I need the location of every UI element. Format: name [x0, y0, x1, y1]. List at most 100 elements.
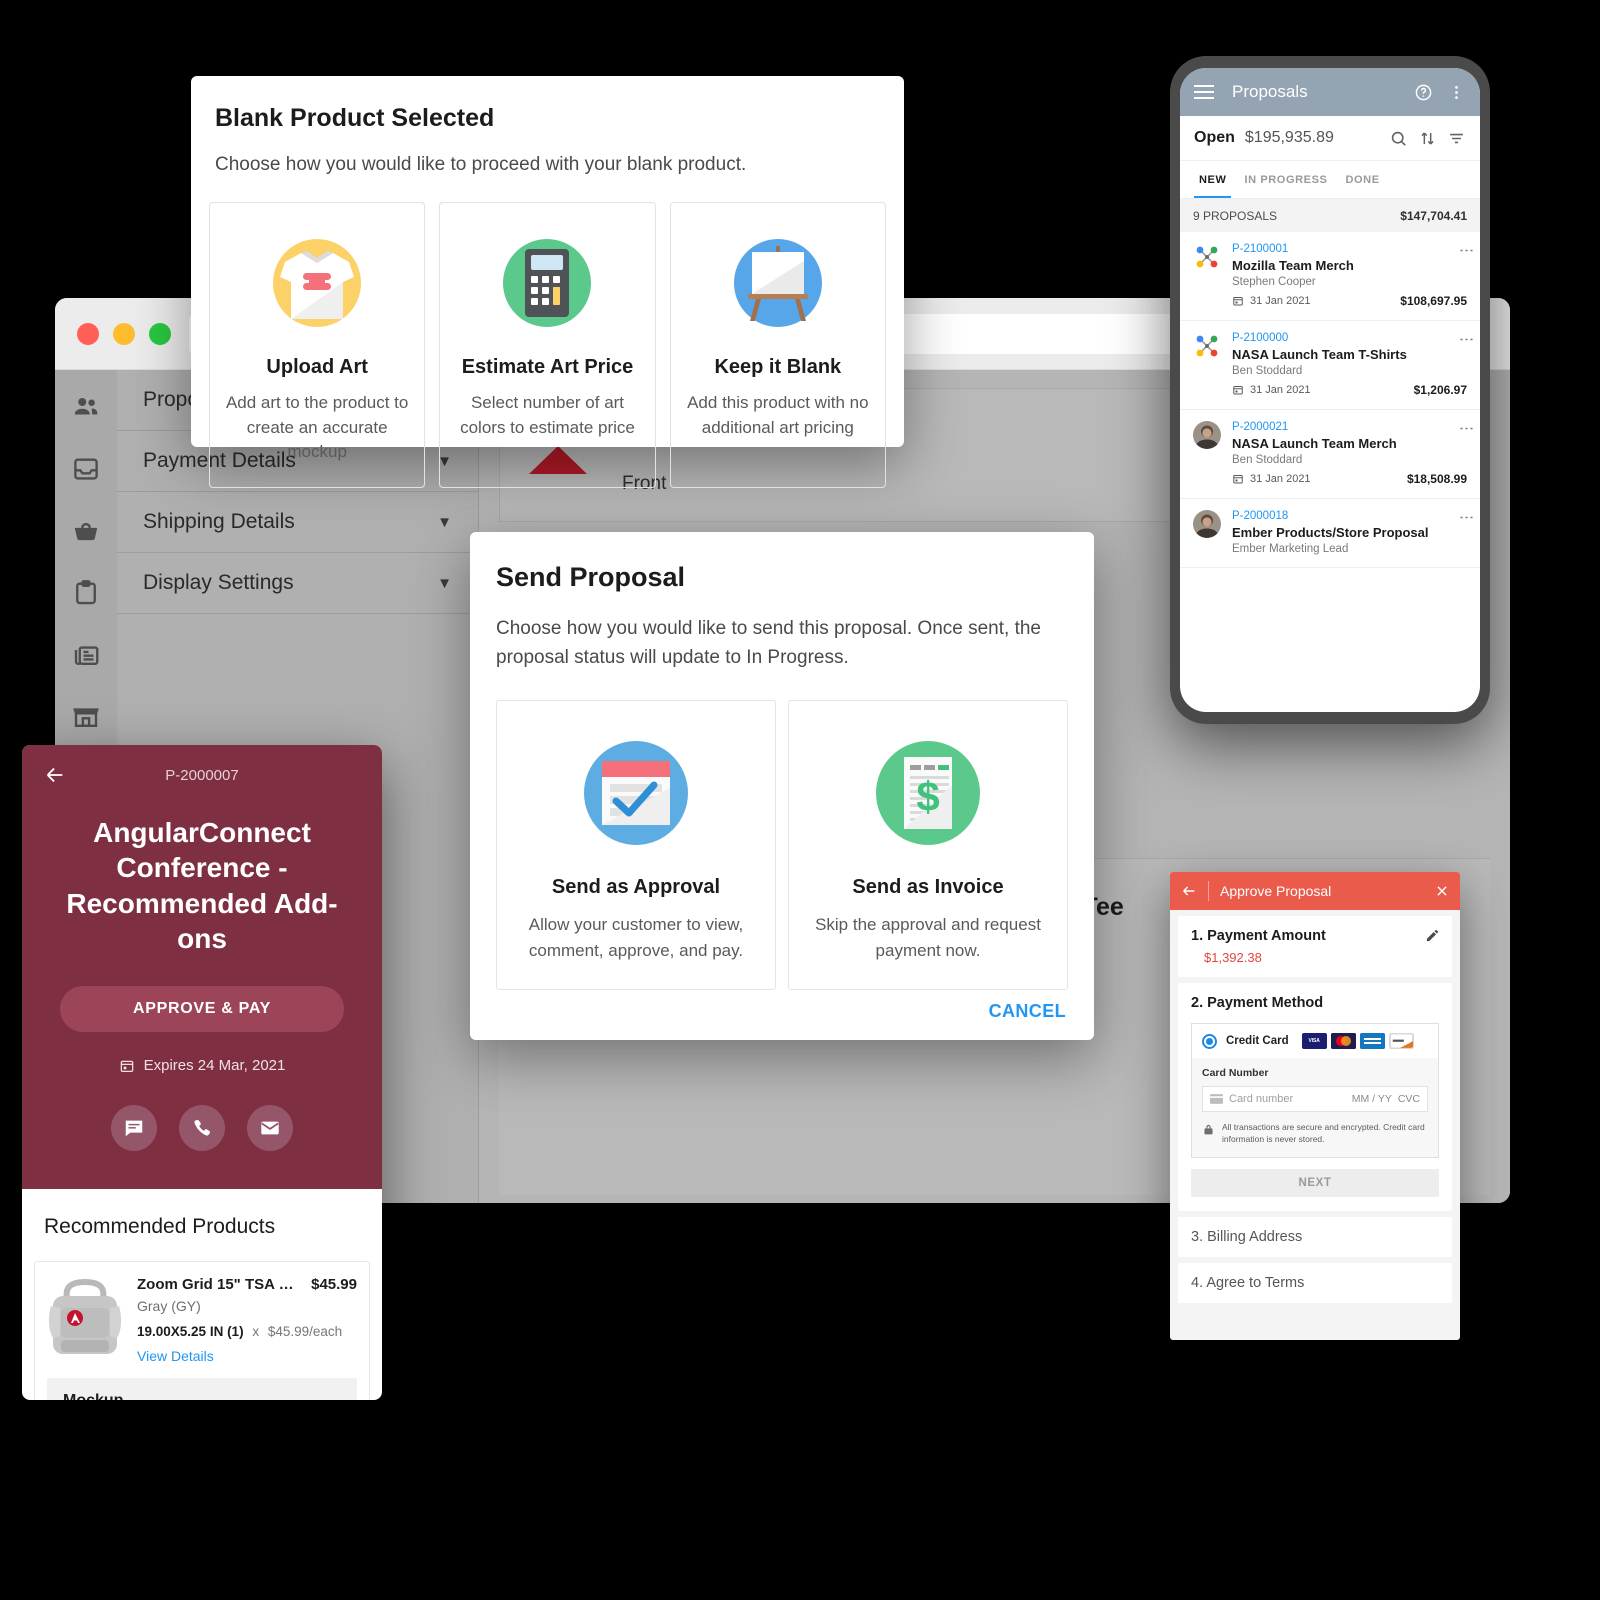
search-icon[interactable]	[1389, 129, 1408, 148]
chat-button[interactable]	[111, 1105, 157, 1152]
news-icon[interactable]	[71, 640, 101, 670]
atom-icon	[1193, 332, 1221, 360]
people-icon[interactable]	[71, 392, 101, 422]
minimize-window-button[interactable]	[113, 322, 135, 345]
call-button[interactable]	[179, 1105, 225, 1152]
option-upload-art[interactable]: Upload Art Add art to the product to cre…	[209, 202, 426, 488]
send-proposal-dialog: Send Proposal Choose how you would like …	[470, 532, 1094, 1040]
email-icon	[261, 1121, 279, 1135]
more-vertical-icon[interactable]: ⋮	[1458, 421, 1475, 436]
basket-icon[interactable]	[71, 516, 101, 546]
pencil-icon[interactable]	[1425, 928, 1440, 943]
proposals-count-row: 9 PROPOSALS $147,704.41	[1180, 199, 1480, 232]
more-vertical-icon[interactable]: ⋮	[1458, 510, 1475, 525]
avatar	[1193, 510, 1221, 538]
hero-topbar: P-2000007	[44, 761, 360, 789]
more-vertical-icon[interactable]: ⋮	[1458, 243, 1475, 258]
size-multiplier: x	[252, 1324, 260, 1340]
credit-card-label: Credit Card	[1226, 1035, 1289, 1047]
proposal-id[interactable]: P-2000021	[1232, 421, 1467, 433]
hamburger-icon[interactable]	[1194, 85, 1214, 99]
tab-done[interactable]: DONE	[1336, 161, 1388, 198]
card-number-placeholder: Card number	[1229, 1093, 1294, 1105]
open-amount: $195,935.89	[1244, 129, 1334, 146]
option-desc: Skip the approval and request payment no…	[815, 915, 1041, 960]
dialog-title: Send Proposal	[496, 562, 686, 592]
mockup-title: Mockup	[63, 1392, 341, 1400]
send-options-row: Send as Approval Allow your customer to …	[496, 700, 1068, 990]
section-payment-method: 2. Payment Method Credit Card VISA Card …	[1178, 983, 1452, 1211]
list-item-body: P-2000021 NASA Launch Team Merch Ben Sto…	[1232, 421, 1467, 486]
expiry-text: Expires 24 Mar, 2021	[143, 1057, 286, 1075]
help-circle-icon[interactable]	[1414, 83, 1433, 102]
expiry-placeholder: MM / YY	[1351, 1093, 1392, 1105]
proposal-id[interactable]: P-2000018	[1232, 510, 1467, 522]
more-vertical-icon[interactable]: ⋮	[1458, 332, 1475, 347]
list-item[interactable]: P-2000021 NASA Launch Team Merch Ben Sto…	[1180, 410, 1480, 499]
proposal-footer: 31 Jan 2021 $108,697.95	[1232, 294, 1467, 308]
inbox-icon[interactable]	[71, 454, 101, 484]
customer-proposal-mobile: P-2000007 AngularConnect Conference - Re…	[22, 745, 382, 1400]
close-window-button[interactable]	[77, 322, 99, 345]
maximize-window-button[interactable]	[149, 322, 171, 345]
option-send-as-invoice[interactable]: $ Send as Invoice Skip the approval and …	[788, 700, 1068, 990]
section-agree-to-terms[interactable]: 4. Agree to Terms	[1178, 1262, 1452, 1303]
expiry-row: Expires 24 Mar, 2021	[44, 1057, 360, 1074]
calculator-icon	[503, 239, 592, 327]
option-keep-it-blank[interactable]: Keep it Blank Add this product with no a…	[669, 202, 886, 488]
option-send-as-approval[interactable]: Send as Approval Allow your customer to …	[496, 700, 776, 990]
arrow-back-icon[interactable]	[1181, 883, 1197, 899]
recommended-product-card: Zoom Grid 15" TSA Computer ... $45.99 Gr…	[34, 1261, 370, 1400]
visa-icon: VISA	[1301, 1033, 1327, 1049]
calendar-icon	[120, 1060, 133, 1072]
approve-panel-title: Approve Proposal	[1220, 883, 1332, 899]
option-desc: Allow your customer to view, comment, ap…	[528, 915, 744, 960]
clipboard-icon[interactable]	[71, 578, 101, 608]
list-item-body: P-2000018 Ember Products/Store Proposal …	[1232, 510, 1467, 555]
mockup-block: Mockup Front None	[47, 1378, 357, 1400]
proposal-name: NASA Launch Team T-Shirts	[1232, 347, 1407, 362]
list-item[interactable]: P-2100000 NASA Launch Team T-Shirts Ben …	[1180, 321, 1480, 410]
contact-actions	[44, 1105, 360, 1152]
proposal-contact: Ember Marketing Lead	[1232, 543, 1349, 555]
recommended-products-heading: Recommended Products	[44, 1215, 276, 1239]
close-icon[interactable]	[1435, 884, 1449, 898]
proposal-name: NASA Launch Team Merch	[1232, 436, 1397, 451]
credit-card-radio[interactable]	[1202, 1033, 1217, 1049]
view-details-link[interactable]: View Details	[137, 1348, 357, 1364]
header-divider	[1208, 881, 1209, 901]
proposal-id[interactable]: P-2100001	[1232, 243, 1467, 255]
email-button[interactable]	[247, 1105, 293, 1152]
tab-new[interactable]: NEW	[1190, 161, 1235, 198]
blank-product-dialog: Blank Product Selected Choose how you wo…	[191, 76, 904, 488]
filter-icon[interactable]	[1447, 129, 1466, 148]
next-button[interactable]: NEXT	[1191, 1168, 1439, 1197]
tab-in-progress[interactable]: IN PROGRESS	[1235, 161, 1336, 198]
option-estimate-art-price[interactable]: Estimate Art Price Select number of art …	[439, 202, 656, 488]
window-controls[interactable]	[77, 322, 171, 345]
tshirt-icon	[273, 239, 362, 327]
accordion-shipping-details[interactable]: Shipping Details ▼	[117, 492, 478, 553]
cancel-button[interactable]: CANCEL	[989, 1001, 1066, 1022]
credit-card-option-row[interactable]: Credit Card VISA	[1192, 1024, 1438, 1058]
sort-icon[interactable]	[1418, 129, 1437, 148]
list-item[interactable]: P-2000018 Ember Products/Store Proposal …	[1180, 499, 1480, 568]
proposal-id[interactable]: P-2100000	[1232, 332, 1467, 344]
chevron-down-icon: ▼	[437, 574, 452, 592]
section-billing-address[interactable]: 3. Billing Address	[1178, 1216, 1452, 1257]
calendar-icon	[1233, 475, 1243, 484]
card-number-input[interactable]: Card number MM / YY CVC	[1202, 1086, 1428, 1112]
proposals-tabs[interactable]: NEW IN PROGRESS DONE	[1180, 161, 1480, 199]
more-vertical-icon[interactable]	[1447, 83, 1466, 102]
accordion-display-settings[interactable]: Display Settings ▼	[117, 553, 478, 614]
store-icon[interactable]	[71, 702, 101, 732]
accordion-label: Display Settings	[143, 571, 294, 594]
list-item[interactable]: P-2100001 Mozilla Team Merch Stephen Coo…	[1180, 232, 1480, 321]
option-title: Send as Invoice	[852, 876, 1004, 898]
product-size-row: 19.00X5.25 IN (1) x $45.99/each	[137, 1324, 357, 1339]
product-size: 19.00X5.25 IN (1)	[137, 1324, 244, 1340]
atom-icon	[1193, 243, 1221, 271]
avatar	[1193, 421, 1221, 449]
mastercard-icon	[1330, 1033, 1356, 1049]
approve-and-pay-button[interactable]: APPROVE & PAY	[60, 986, 344, 1033]
